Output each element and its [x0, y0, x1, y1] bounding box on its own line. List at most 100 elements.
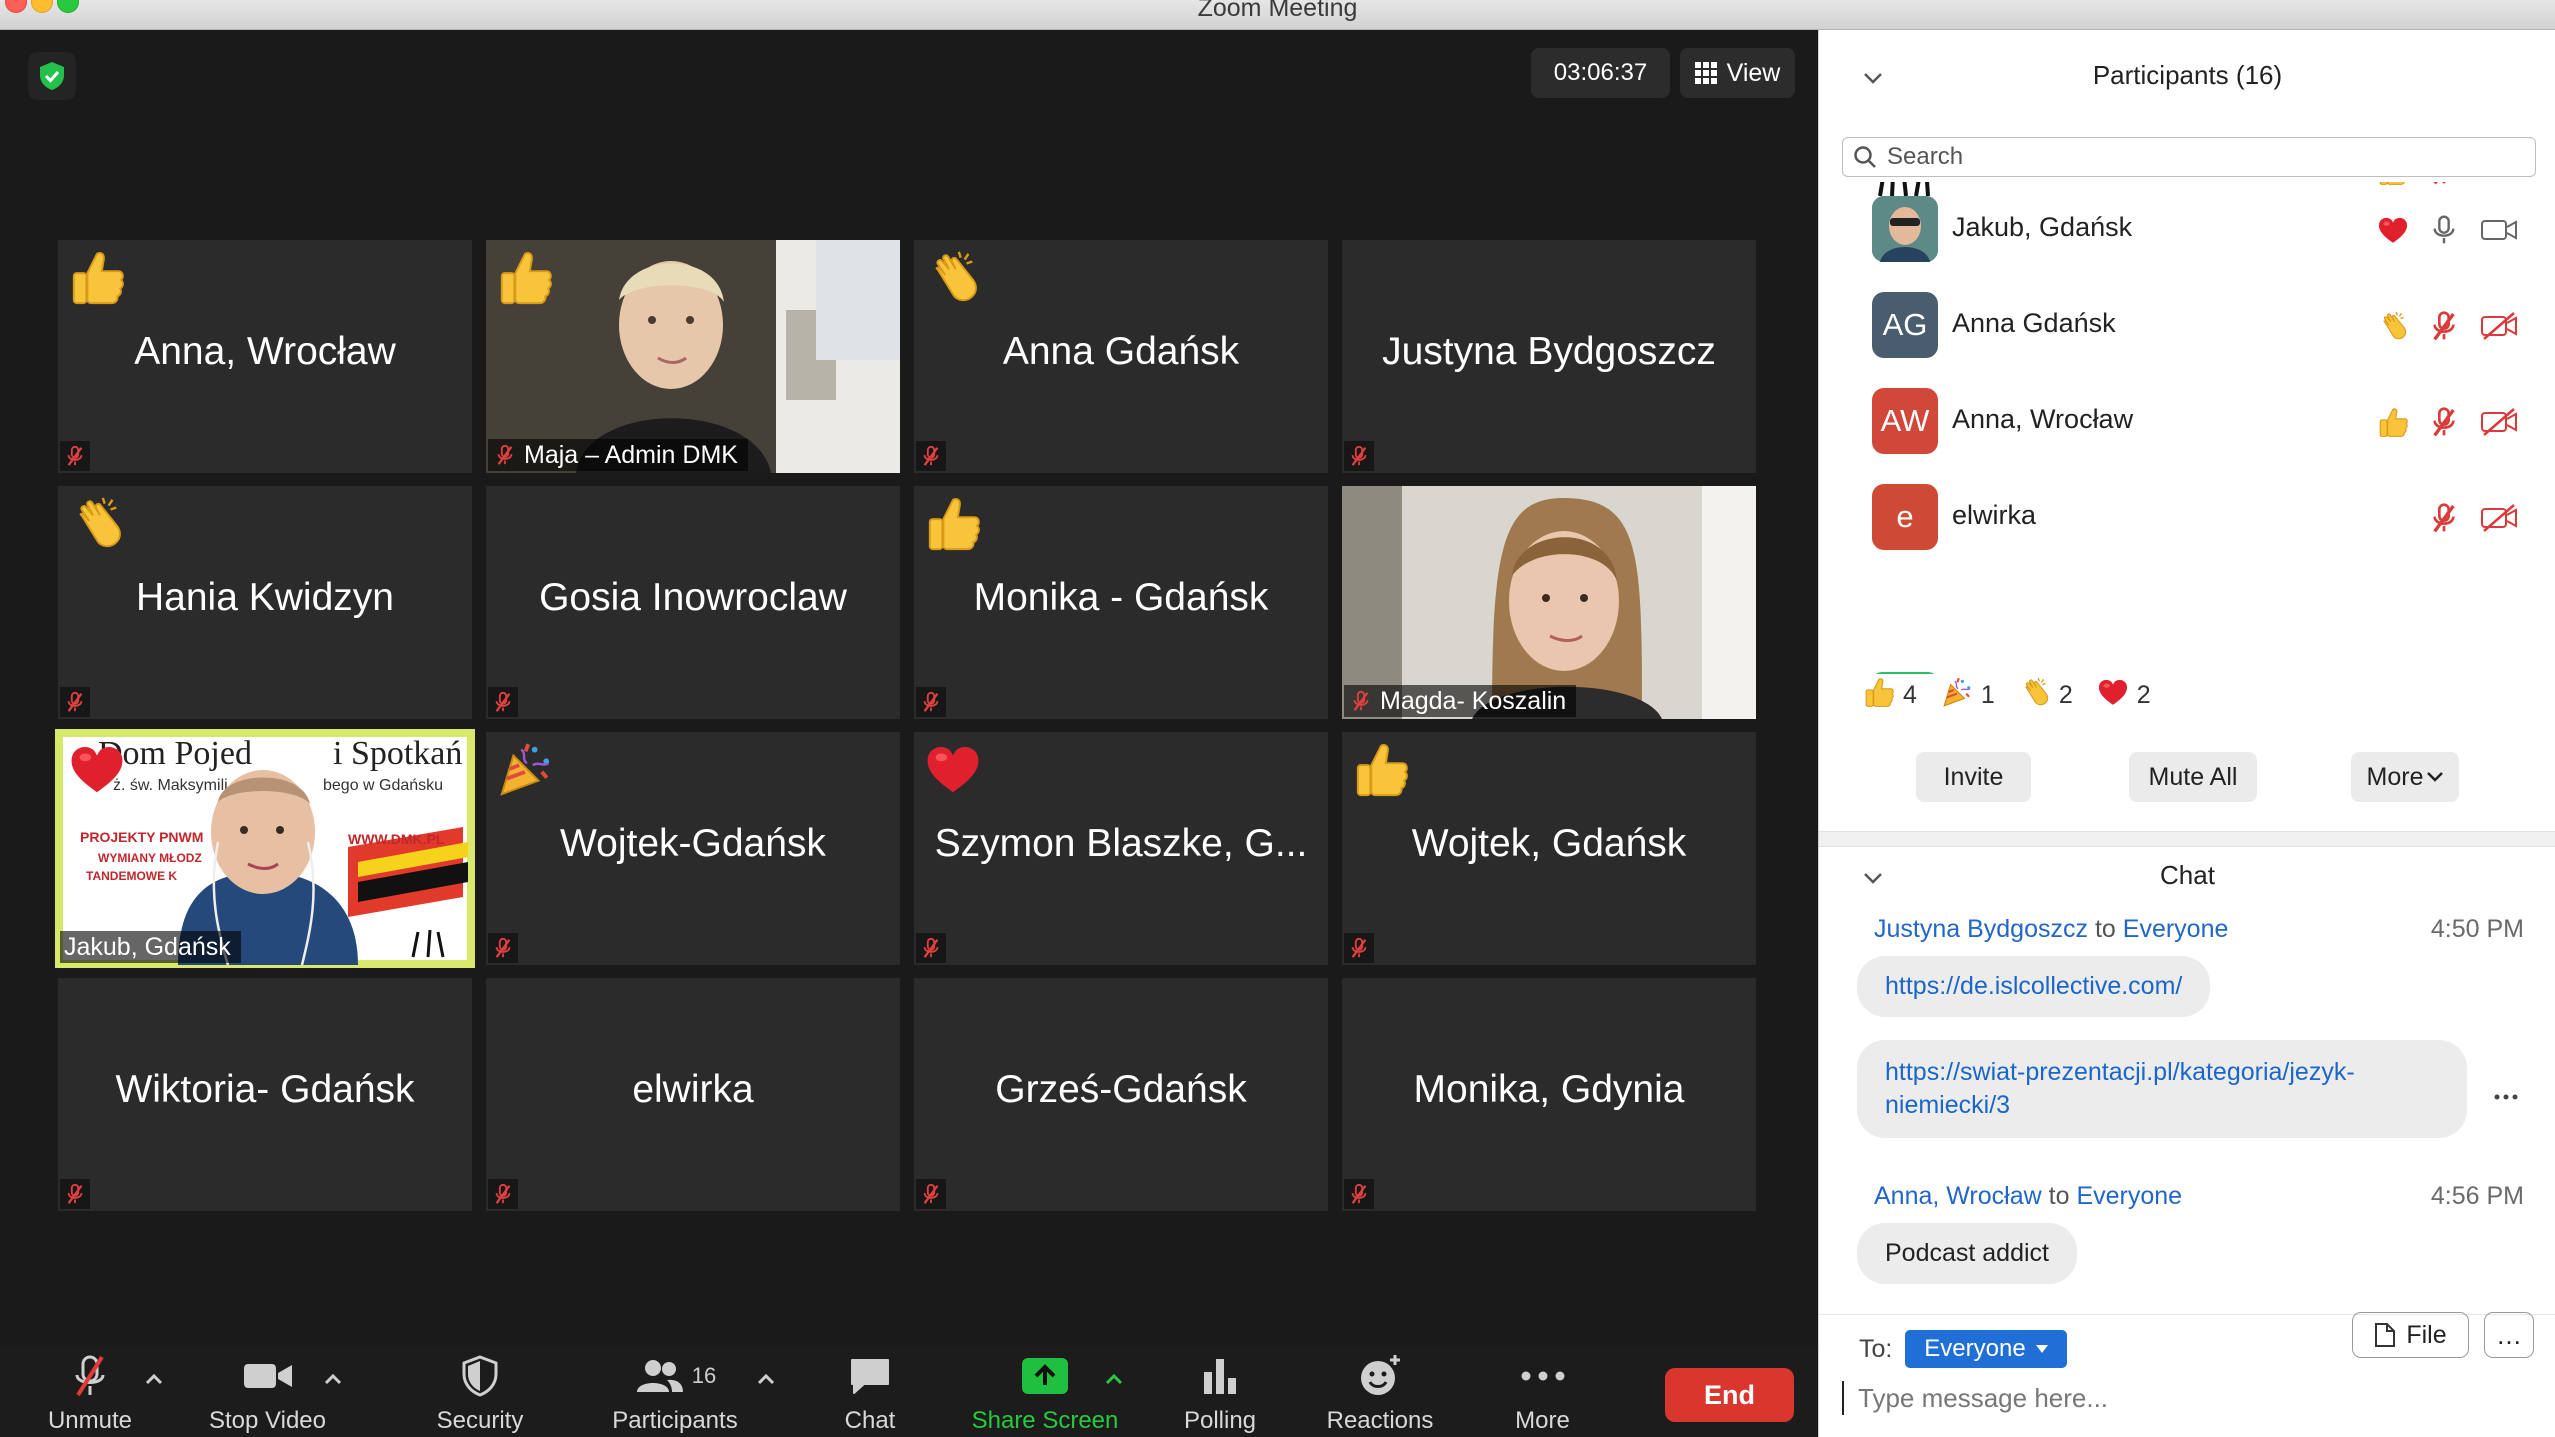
microphone-icon[interactable]: [2425, 212, 2463, 248]
video-options-caret-icon[interactable]: [322, 1372, 344, 1386]
chat-panel-title: Chat: [2160, 860, 2215, 890]
participant-name: Gosia Inowroclaw: [539, 576, 847, 619]
video-tile[interactable]: Anna Gdańsk: [914, 240, 1328, 473]
chat-recipient[interactable]: Everyone: [2123, 915, 2229, 943]
video-name-label: Magda- Koszalin: [1344, 685, 1577, 717]
video-camera-icon[interactable]: [2480, 212, 2518, 248]
video-tile[interactable]: Szymon Blaszke, G...: [914, 732, 1328, 965]
view-button[interactable]: View: [1680, 48, 1795, 98]
muted-mic-icon: [1344, 441, 1374, 471]
chat-link-line: niemiecki/3: [1885, 1091, 2011, 1119]
video-off-icon[interactable]: [2480, 404, 2518, 440]
video-tile[interactable]: Gosia Inowroclaw: [486, 486, 900, 719]
chat-link-line: https://swiat-prezentacji.pl/kategoria/j…: [1885, 1058, 2355, 1086]
svg-text:i Spotkań: i Spotkań: [333, 735, 462, 772]
video-tile[interactable]: Monika - Gdańsk: [914, 486, 1328, 719]
muted-mic-icon: [60, 1179, 90, 1209]
chat-recipient[interactable]: Everyone: [2076, 1182, 2182, 1210]
participants-more-button[interactable]: More: [2351, 752, 2459, 802]
video-tile[interactable]: Anna, Wrocław: [58, 240, 472, 473]
audio-options-caret-icon[interactable]: [143, 1372, 165, 1386]
participant-row[interactable]: Jakub, Gdańsk: [1819, 182, 2555, 278]
reaction-count-item: 2: [2019, 676, 2073, 715]
chat-button[interactable]: Chat: [820, 1346, 920, 1437]
encryption-shield-icon[interactable]: [28, 52, 76, 100]
participant-row[interactable]: AW Anna, Wrocław: [1819, 374, 2555, 470]
participant-search-input[interactable]: Search: [1842, 137, 2536, 177]
chat-message-input[interactable]: Type message here...: [1842, 1375, 2542, 1421]
reactions-button[interactable]: Reactions: [1315, 1346, 1445, 1437]
video-tile[interactable]: Magda- Koszalin: [1342, 486, 1756, 719]
muted-mic-icon: [60, 441, 90, 471]
video-off-icon[interactable]: [2480, 500, 2518, 536]
heart-reaction-icon: [68, 740, 126, 798]
participant-row[interactable]: e elwirka: [1819, 470, 2555, 566]
reaction-smiley-icon: [1361, 1355, 1400, 1395]
participant-name: Hania Kwidzyn: [136, 576, 394, 619]
participant-name: Magda- Koszalin: [1380, 686, 1567, 715]
heart-reaction-icon: [2097, 676, 2129, 715]
chat-label: Chat: [844, 1407, 896, 1434]
video-tile[interactable]: Hania Kwidzyn: [58, 486, 472, 719]
video-tile[interactable]: Justyna Bydgoszcz: [1342, 240, 1756, 473]
participant-row[interactable]: AG Anna Gdańsk: [1819, 278, 2555, 374]
participant-name: elwirka: [632, 1068, 754, 1111]
polling-button[interactable]: Polling: [1170, 1346, 1270, 1437]
participants-button[interactable]: 16 Participants: [600, 1346, 750, 1437]
participant-name: Justyna Bydgoszcz: [1382, 330, 1716, 373]
unmute-button[interactable]: Unmute: [30, 1346, 150, 1437]
muted-mic-icon: [60, 687, 90, 717]
muted-mic-icon[interactable]: [2425, 308, 2463, 344]
video-tile[interactable]: Wiktoria- Gdańsk: [58, 978, 472, 1211]
video-tile[interactable]: Grześ-Gdańsk: [914, 978, 1328, 1211]
security-button[interactable]: Security: [420, 1346, 540, 1437]
muted-mic-icon[interactable]: [2425, 500, 2463, 536]
search-icon: [1854, 146, 1876, 168]
muted-mic-icon[interactable]: [2425, 404, 2463, 440]
chat-link-bubble[interactable]: https://de.islcollective.com/: [1857, 956, 2211, 1017]
stop-video-label: Stop Video: [209, 1407, 326, 1434]
participant-count: 16: [691, 1363, 717, 1388]
chat-more-button[interactable]: …: [2484, 1312, 2534, 1358]
participant-name: Grześ-Gdańsk: [995, 1068, 1247, 1111]
window-title: Zoom Meeting: [1197, 0, 1358, 22]
invite-button[interactable]: Invite: [1916, 752, 2031, 802]
share-options-caret-icon[interactable]: [1103, 1372, 1125, 1386]
participant-list: Maja – Admin DMK (Host, me)Jakub, Gdańsk…: [1819, 182, 2555, 674]
thumbs-up-reaction-icon: [1863, 676, 1895, 715]
send-file-button[interactable]: File: [2352, 1312, 2469, 1358]
grid-icon: [1694, 62, 1717, 84]
video-tile[interactable]: Wojtek-Gdańsk: [486, 732, 900, 965]
panel-divider: [1819, 831, 2555, 847]
clap-reaction-icon: [68, 494, 126, 552]
text-cursor: [1842, 1381, 1844, 1415]
reaction-count-item: 1: [1941, 676, 1995, 715]
participant-name: Anna, Wrocław: [1952, 404, 2134, 434]
video-name-label: Maja – Admin DMK: [488, 439, 748, 471]
reaction-count-item: 4: [1863, 676, 1917, 715]
chat-sender[interactable]: Anna, Wrocław: [1874, 1182, 2042, 1210]
video-tile[interactable]: Dom Pojed i Spotkań ż. św. Maksymili bego w…: [55, 729, 475, 968]
end-meeting-button[interactable]: End: [1665, 1368, 1794, 1422]
chat-link-bubble[interactable]: https://swiat-prezentacji.pl/kategoria/j…: [1857, 1040, 2467, 1138]
share-screen-button[interactable]: Share Screen: [960, 1346, 1130, 1437]
send-to-select[interactable]: Everyone: [1905, 1330, 2067, 1368]
heart-reaction-icon: [2374, 212, 2412, 248]
chat-sender[interactable]: Justyna Bydgoszcz: [1874, 915, 2088, 943]
participant-name: Monika - Gdańsk: [973, 576, 1269, 619]
participants-options-caret-icon[interactable]: [755, 1372, 777, 1386]
video-tile[interactable]: elwirka: [486, 978, 900, 1211]
video-off-icon[interactable]: [2480, 308, 2518, 344]
mute-all-button[interactable]: Mute All: [2129, 752, 2257, 802]
share-screen-label: Share Screen: [971, 1407, 1119, 1434]
chat-bubble-icon: [851, 1359, 889, 1394]
video-tile[interactable]: Monika, Gdynia: [1342, 978, 1756, 1211]
video-tile[interactable]: Maja – Admin DMK: [486, 240, 900, 473]
participant-name: Anna, Wrocław: [134, 330, 396, 373]
more-button[interactable]: More: [1490, 1346, 1595, 1437]
video-name-label: Jakub, Gdańsk: [60, 931, 241, 963]
view-label: View: [1726, 58, 1781, 87]
video-tile[interactable]: Wojtek, Gdańsk: [1342, 732, 1756, 965]
message-options-dots-icon[interactable]: [2493, 1093, 2519, 1101]
stop-video-button[interactable]: Stop Video: [200, 1346, 335, 1437]
